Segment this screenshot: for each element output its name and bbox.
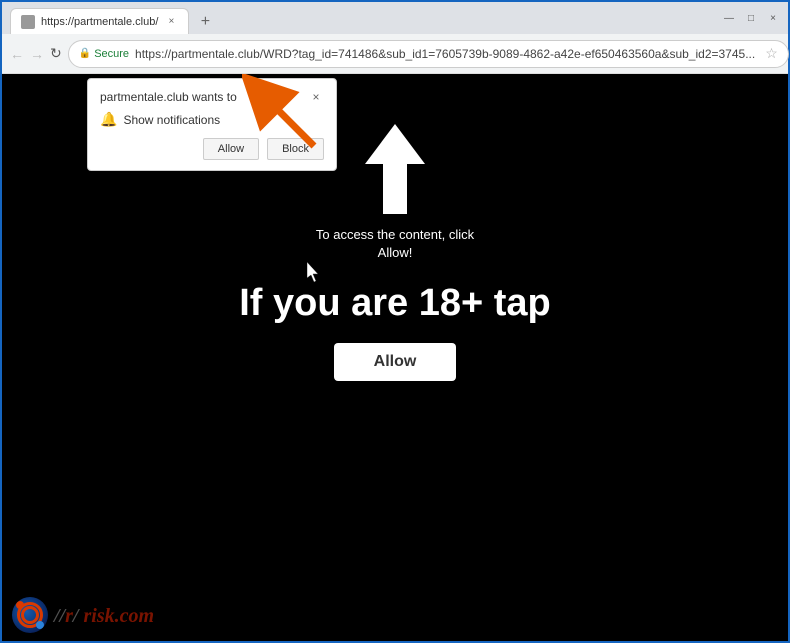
new-tab-button[interactable]: + — [193, 10, 217, 34]
popup-close-btn[interactable]: × — [308, 89, 324, 105]
title-bar: https://partmentale.club/ × + — □ × — [2, 2, 788, 34]
tab-close-btn[interactable]: × — [164, 15, 178, 29]
back-button[interactable]: ← — [10, 40, 24, 68]
arrow-up-icon — [355, 124, 435, 214]
allow-button-bottom[interactable]: Allow — [334, 343, 457, 381]
popup-buttons: Allow Block — [100, 138, 324, 160]
maximize-button[interactable]: □ — [744, 11, 758, 25]
watermark-text: //r/ risk.com — [54, 602, 154, 628]
popup-allow-button[interactable]: Allow — [203, 138, 259, 160]
browser-frame: https://partmentale.club/ × + — □ × ← → … — [0, 0, 790, 643]
window-controls: — □ × — [722, 11, 780, 25]
popup-header: partmentale.club wants to × — [100, 89, 324, 105]
notification-popup: partmentale.club wants to × 🔔 Show notif… — [87, 78, 337, 171]
nav-bar: ← → ↻ Secure https://partmentale.club/WR… — [2, 34, 788, 74]
close-window-button[interactable]: × — [766, 11, 780, 25]
minimize-button[interactable]: — — [722, 11, 736, 25]
notification-text: Show notifications — [123, 113, 220, 127]
forward-button[interactable]: → — [30, 40, 44, 68]
big-text: If you are 18+ tap — [239, 282, 551, 325]
watermark: //r/ risk.com — [12, 597, 154, 633]
tab-bar: https://partmentale.club/ × + — [10, 2, 710, 34]
url-text: https://partmentale.club/WRD?tag_id=7414… — [135, 47, 755, 61]
pcrisk-logo — [12, 597, 48, 633]
bookmark-icon[interactable]: ☆ — [765, 45, 778, 62]
popup-title: partmentale.club wants to — [100, 90, 237, 104]
popup-block-button[interactable]: Block — [267, 138, 324, 160]
bell-icon: 🔔 — [100, 111, 117, 128]
address-bar[interactable]: Secure https://partmentale.club/WRD?tag_… — [68, 40, 789, 68]
refresh-button[interactable]: ↻ — [50, 40, 62, 68]
instruction-text: To access the content, clickAllow! — [316, 226, 474, 262]
popup-notification-row: 🔔 Show notifications — [100, 111, 324, 128]
tab-label: https://partmentale.club/ — [41, 16, 158, 28]
secure-label: Secure — [94, 48, 129, 60]
content-area: To access the content, clickAllow! If yo… — [2, 74, 788, 641]
tab-favicon — [21, 15, 35, 29]
active-tab[interactable]: https://partmentale.club/ × — [10, 8, 189, 34]
secure-icon: Secure — [79, 48, 129, 60]
